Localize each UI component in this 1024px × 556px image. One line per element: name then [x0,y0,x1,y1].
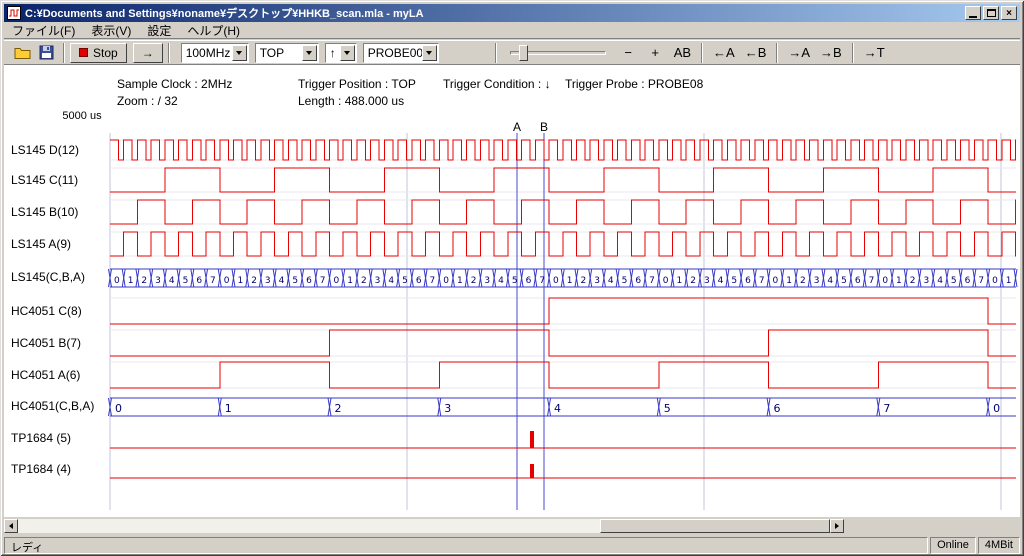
close-icon: × [1006,8,1012,19]
trigger-edge-value: ↑ [330,46,340,60]
zoom-out-button[interactable]: − [616,43,641,63]
chevron-down-icon[interactable] [232,45,247,61]
probe-value: PROBE00 [368,46,422,60]
trigger-position-info: Trigger Position : TOP [298,77,416,91]
stop-label: Stop [93,46,118,60]
trigger-position-value: TOP [260,46,302,60]
floppy-disk-icon [39,45,54,60]
toolbar-separator [701,43,703,63]
chevron-down-icon[interactable] [302,45,317,61]
close-button[interactable]: × [1001,6,1017,20]
statusbar: レディ Online 4MBit [4,537,1020,554]
scroll-left-icon [9,523,13,529]
trigger-probe-info: Trigger Probe : PROBE08 [565,77,703,91]
channel-label-ls145-c: LS145 C(11) [11,173,111,187]
next-b-button[interactable]: →B [816,43,846,63]
status-memory: 4MBit [978,537,1020,554]
minimize-icon [969,16,977,18]
channel-label-ls145-d: LS145 D(12) [11,143,111,157]
channel-label-hc4051-b: HC4051 B(7) [11,336,111,350]
clock-rate-value: 100MHz [186,46,232,60]
ab-markers-button[interactable]: AB [670,43,695,63]
scrollbar-track[interactable] [18,519,830,533]
run-button[interactable]: → [133,43,163,63]
trigger-position-select[interactable]: TOP [255,43,319,63]
prev-b-button[interactable]: ←B [741,43,771,63]
channel-label-hc4051-bus: HC4051(C,B,A) [11,399,111,413]
channel-label-hc4051-c: HC4051 C(8) [11,304,111,318]
open-folder-icon [14,46,31,60]
minimize-button[interactable] [965,6,981,20]
probe-select[interactable]: PROBE00 [363,43,439,63]
zoom-info: Zoom : / 32 [117,94,178,108]
length-info: Length : 488.000 us [298,94,404,108]
channel-label-tp1684-4: TP1684 (4) [11,462,111,476]
save-button[interactable] [34,42,58,64]
menu-help[interactable]: ヘルプ(H) [179,21,248,40]
waveform-workarea: Sample Clock : 2MHz Trigger Position : T… [4,65,1020,517]
horizontal-scrollbar[interactable] [4,519,844,533]
toolbar: Stop → 100MHz TOP ↑ PROBE00 − + AB [4,40,1020,65]
scroll-right-icon [835,523,839,529]
toolbar-separator [168,43,170,63]
open-file-button[interactable] [10,42,34,64]
toolbar-separator [495,43,497,63]
menubar: ファイル(F) 表示(V) 設定 ヘルプ(H) [4,23,1020,39]
trigger-condition-info: Trigger Condition : ↓ [443,77,551,91]
maximize-button[interactable] [983,6,999,20]
scroll-left-button[interactable] [4,519,18,533]
marker-b-label[interactable]: B [538,120,550,134]
status-ready: レディ [4,537,928,554]
stop-button[interactable]: Stop [70,43,127,63]
channel-label-ls145-a: LS145 A(9) [11,237,111,251]
maximize-icon [987,9,996,17]
zoom-in-button[interactable]: + [643,43,668,63]
titlebar[interactable]: C:¥Documents and Settings¥noname¥デスクトップ¥… [4,4,1020,22]
stop-icon [79,48,88,57]
window-title: C:¥Documents and Settings¥noname¥デスクトップ¥… [25,5,965,21]
channel-label-ls145-b: LS145 B(10) [11,205,111,219]
zoom-slider-thumb[interactable] [519,45,528,61]
toolbar-separator [63,43,65,63]
clock-rate-select[interactable]: 100MHz [181,43,249,63]
next-a-button[interactable]: →A [784,43,814,63]
marker-a-label[interactable]: A [511,120,523,134]
channel-label-hc4051-a: HC4051 A(6) [11,368,111,382]
app-window: C:¥Documents and Settings¥noname¥デスクトップ¥… [0,0,1024,556]
channel-label-ls145-bus: LS145(C,B,A) [11,270,111,284]
trigger-edge-select[interactable]: ↑ [325,43,357,63]
chevron-down-icon[interactable] [340,45,355,61]
menu-view[interactable]: 表示(V) [83,21,139,40]
scrollbar-thumb[interactable] [600,519,830,533]
zoom-slider[interactable] [510,43,606,63]
channel-label-tp1684-5: TP1684 (5) [11,431,111,445]
run-arrow-icon: → [142,46,154,60]
menu-settings[interactable]: 設定 [139,21,179,40]
menu-file[interactable]: ファイル(F) [4,21,83,40]
prev-a-button[interactable]: ←A [709,43,739,63]
app-icon [7,6,21,20]
toolbar-separator [776,43,778,63]
scroll-right-button[interactable] [830,519,844,533]
goto-trigger-button[interactable]: →T [860,43,889,63]
time-division-label: 5000 us [50,110,114,122]
chevron-down-icon[interactable] [422,45,437,61]
toolbar-separator [852,43,854,63]
sample-clock-info: Sample Clock : 2MHz [117,77,232,91]
status-online: Online [930,537,976,554]
